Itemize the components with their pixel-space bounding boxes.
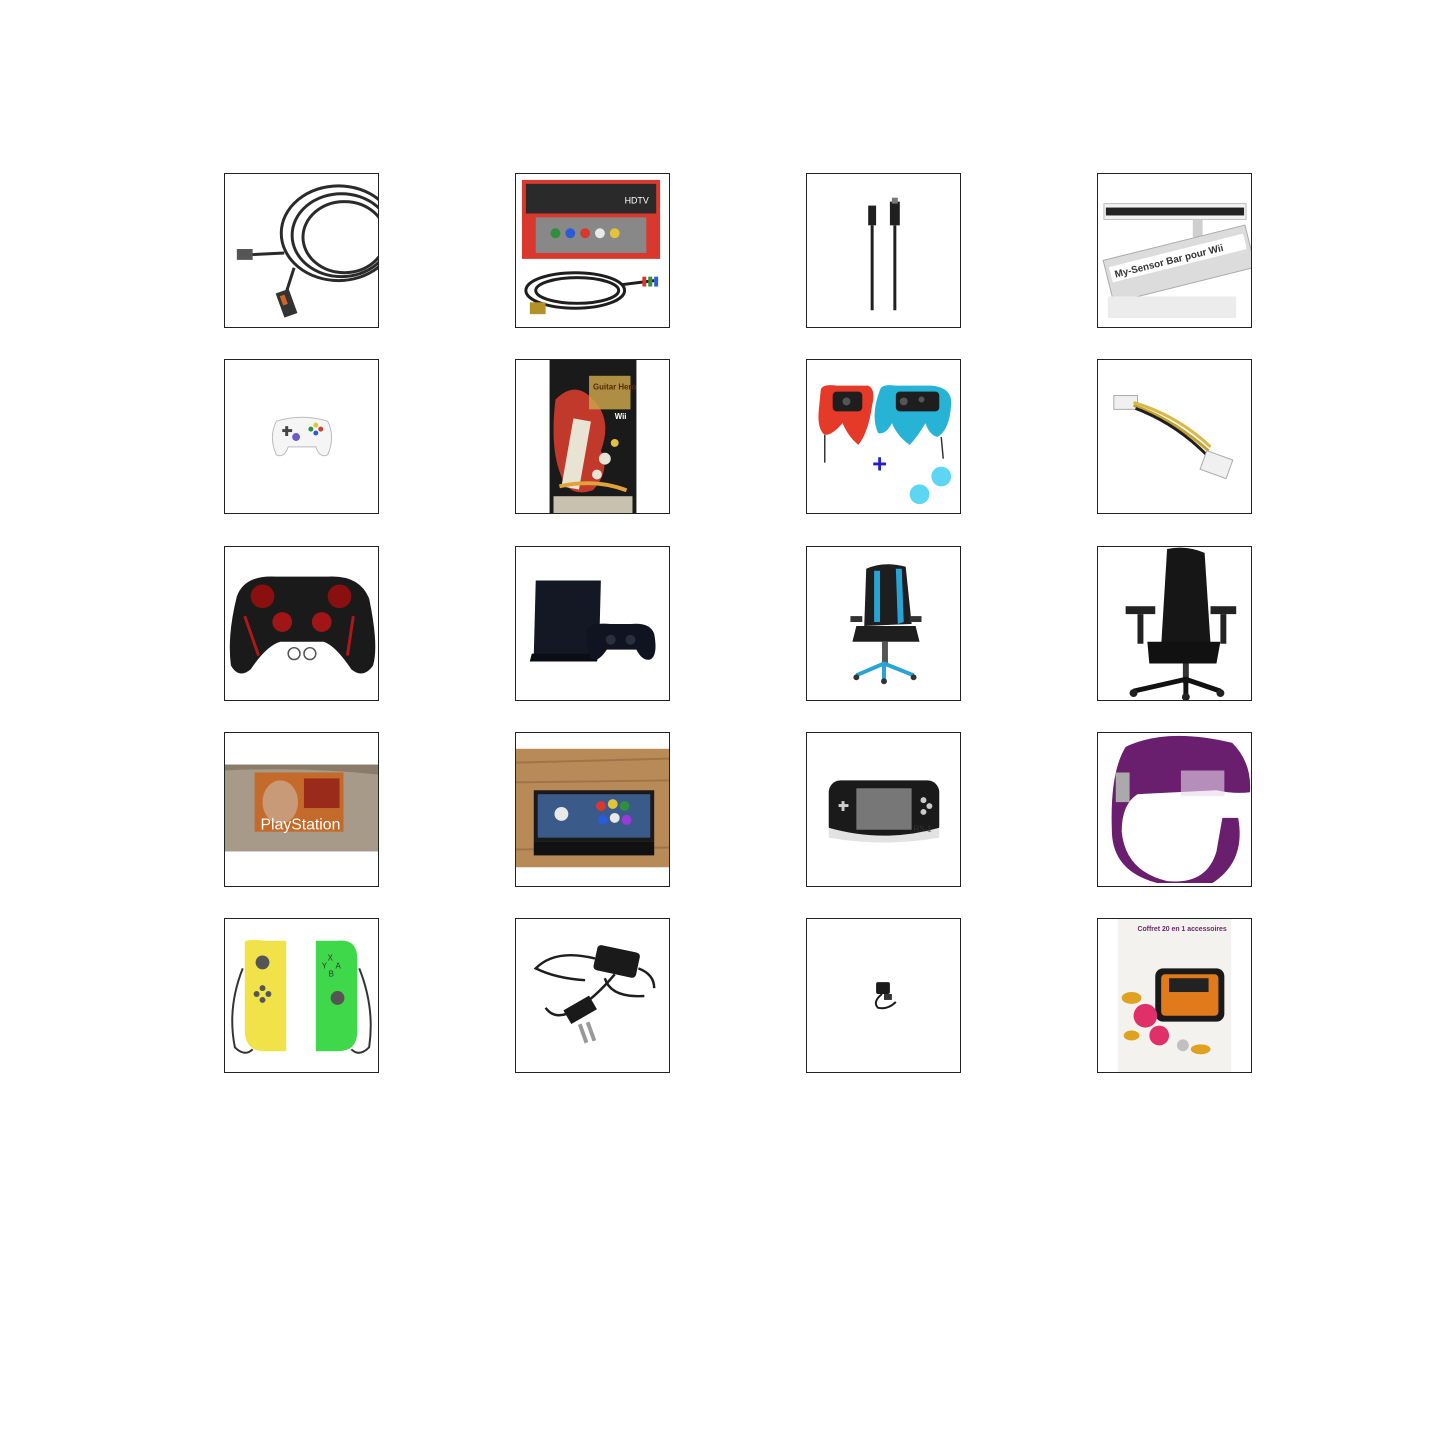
usb-cable-icon — [868, 197, 900, 311]
gaming-chair-black-icon — [1125, 547, 1237, 700]
product-tile[interactable] — [515, 732, 670, 887]
game-platform: Wii — [615, 412, 627, 421]
joycon-pair-icon: X A Y B — [231, 940, 372, 1054]
product-tile[interactable]: X A Y B — [224, 918, 379, 1073]
product-tile[interactable]: RS-1 — [806, 732, 961, 887]
product-tile[interactable]: Coffret 20 en 1 accessoires — [1097, 918, 1252, 1073]
guitar-hero-game-icon: Guitar Hero Wii — [549, 360, 637, 513]
white-gamepad-icon — [271, 416, 333, 457]
fitness-band-icon — [1111, 735, 1251, 884]
product-tile[interactable]: PlayStation — [224, 732, 379, 887]
game-title: Guitar Hero — [593, 383, 637, 392]
product-tile[interactable] — [806, 173, 961, 328]
button-x: X — [328, 953, 334, 962]
accessory-kit-icon: Coffret 20 en 1 accessoires — [1117, 919, 1232, 1072]
product-tile[interactable] — [515, 546, 670, 701]
box-label: HDTV — [625, 196, 649, 206]
component-cable-box-icon: HDTV — [521, 179, 661, 315]
gaming-chair-blue-icon — [850, 564, 922, 685]
product-tile[interactable]: Guitar Hero Wii — [515, 359, 670, 514]
small-charger-icon — [874, 982, 897, 1010]
playstation-brand: PlayStation — [261, 817, 341, 834]
product-tile[interactable] — [224, 359, 379, 514]
ps4-console-icon — [529, 580, 656, 662]
product-tile[interactable]: My-Sensor Bar pour Wii — [1097, 173, 1252, 328]
product-tile[interactable] — [1097, 359, 1252, 514]
button-a: A — [336, 961, 342, 970]
plus-sign: + — [872, 451, 887, 479]
button-y: Y — [322, 961, 328, 970]
product-tile[interactable] — [515, 918, 670, 1073]
product-tile[interactable] — [1097, 732, 1252, 887]
silicone-controller-skin-icon — [229, 576, 376, 674]
arcade-stick-icon — [516, 748, 669, 868]
ac-adapter-icon — [533, 945, 656, 1044]
product-image-grid: HDTV My-Sensor Bar pour Wii Guitar Hero … — [0, 0, 1440, 1440]
product-tile[interactable]: + — [806, 359, 961, 514]
hdmi-cable-icon — [236, 184, 378, 318]
product-tile[interactable] — [806, 918, 961, 1073]
power-adapter-cable-icon — [1113, 395, 1234, 480]
product-tile[interactable]: HDTV — [515, 173, 670, 328]
product-tile[interactable] — [1097, 546, 1252, 701]
product-tile[interactable] — [224, 546, 379, 701]
button-b: B — [329, 969, 334, 978]
playstation-manual-icon: PlayStation — [225, 764, 378, 852]
joycon-grips-icon: + — [818, 385, 952, 505]
product-tile[interactable] — [806, 546, 961, 701]
kit-title: Coffret 20 en 1 accessoires — [1137, 926, 1226, 933]
handheld-console-icon: RS-1 — [828, 780, 940, 843]
wii-sensor-bar-icon: My-Sensor Bar pour Wii — [1102, 203, 1251, 319]
console-model: RS-1 — [914, 825, 932, 834]
product-tile[interactable] — [224, 173, 379, 328]
